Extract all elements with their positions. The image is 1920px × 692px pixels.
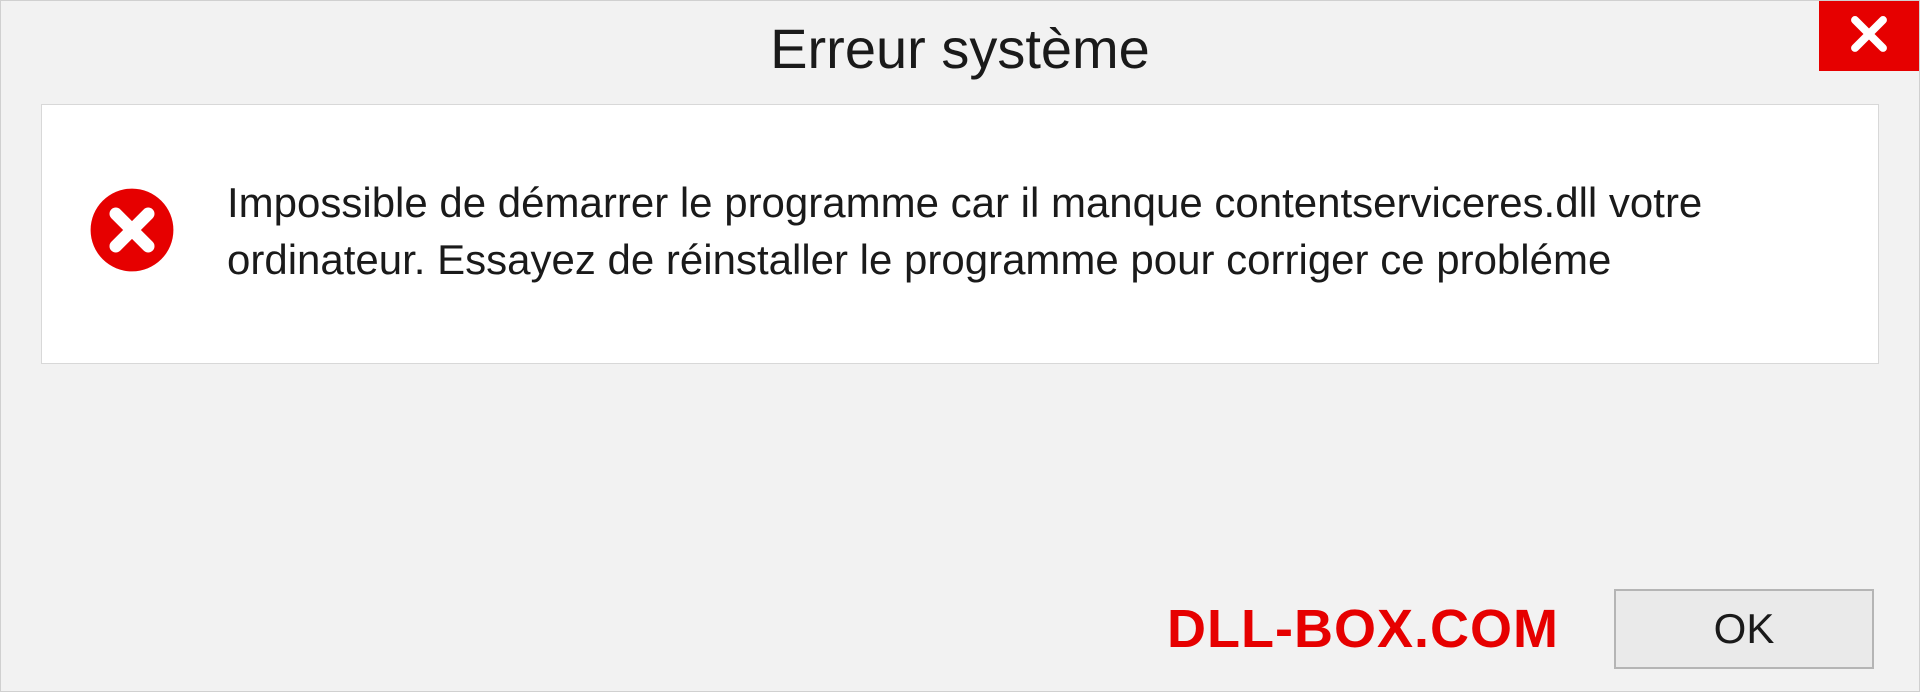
ok-button[interactable]: OK: [1614, 589, 1874, 669]
error-icon: [87, 175, 177, 280]
close-icon: [1848, 13, 1890, 60]
error-dialog: Erreur système Impossible de démarrer le…: [0, 0, 1920, 692]
close-button[interactable]: [1819, 1, 1919, 71]
error-message: Impossible de démarrer le programme car …: [227, 175, 1823, 288]
dialog-title: Erreur système: [770, 16, 1150, 81]
dialog-footer: DLL-BOX.COM OK: [1, 566, 1919, 691]
brand-label: DLL-BOX.COM: [1167, 598, 1559, 660]
content-panel: Impossible de démarrer le programme car …: [41, 104, 1879, 364]
ok-button-label: OK: [1714, 605, 1775, 653]
title-bar: Erreur système: [1, 1, 1919, 96]
